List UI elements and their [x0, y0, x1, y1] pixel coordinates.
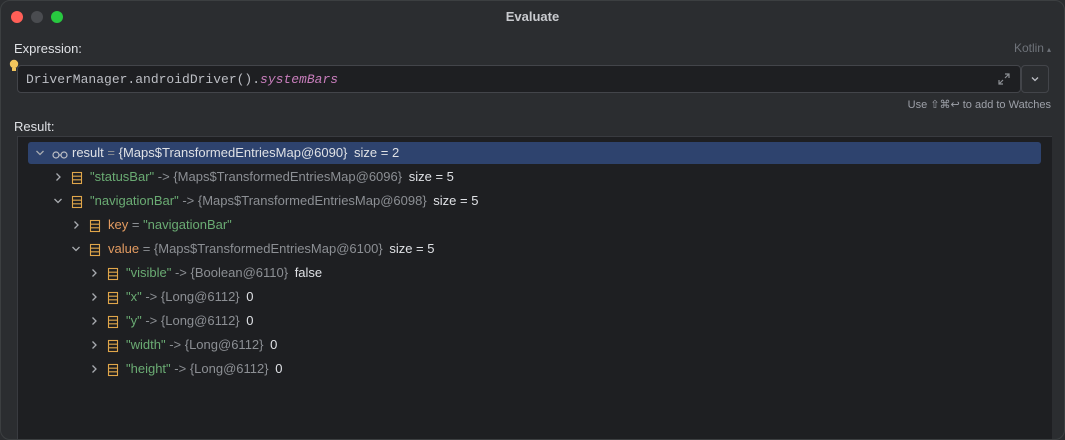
tree-row-suffix: 0 [270, 337, 278, 352]
tree-row-text: "height" -> {Long@6112} 0 [126, 358, 282, 380]
tree-row-value: {Boolean@6110} [190, 265, 289, 280]
glasses-icon [52, 146, 68, 160]
expand-editor-icon[interactable] [996, 72, 1012, 88]
entry-icon [106, 314, 120, 329]
tree-row-text: key = "navigationBar" [108, 214, 232, 236]
entry-icon [70, 194, 84, 209]
language-label: Kotlin [1013, 41, 1044, 55]
tree-row[interactable]: "y" -> {Long@6112} 0 [28, 310, 1041, 332]
entry-icon [106, 338, 120, 353]
tree-row-text: "width" -> {Long@6112} 0 [126, 334, 277, 356]
chevron-down-icon [1031, 77, 1039, 82]
tree-row-text: "navigationBar" -> {Maps$TransformedEntr… [90, 190, 478, 212]
tree-row[interactable]: result = {Maps$TransformedEntriesMap@609… [28, 142, 1041, 164]
entry-icon [70, 170, 84, 185]
tree-row[interactable]: "width" -> {Long@6112} 0 [28, 334, 1041, 356]
tree-row-key: "height" [126, 361, 171, 376]
tree-row[interactable]: "navigationBar" -> {Maps$TransformedEntr… [28, 190, 1041, 212]
tree-row-separator: = [139, 241, 154, 256]
tree-row-suffix: 0 [246, 313, 254, 328]
chevron-right-icon[interactable] [52, 166, 64, 188]
evaluate-window: Evaluate Expression: Kotlin ▴ DriverManag… [0, 0, 1065, 440]
chevron-right-icon[interactable] [70, 214, 82, 236]
caret-down-icon: ▴ [1046, 45, 1051, 54]
tree-row-text: "x" -> {Long@6112} 0 [126, 286, 254, 308]
tree-row[interactable]: "visible" -> {Boolean@6110} false [28, 262, 1041, 284]
tree-row-text: result = {Maps$TransformedEntriesMap@609… [72, 142, 399, 164]
entry-icon [106, 290, 120, 305]
tree-row-separator: -> [154, 169, 174, 184]
tree-row-suffix: false [294, 265, 323, 280]
tree-row[interactable]: value = {Maps$TransformedEntriesMap@6100… [28, 238, 1041, 260]
entry-icon [106, 362, 120, 377]
chevron-down-icon[interactable] [52, 190, 64, 212]
tree-row-value: {Long@6112} [160, 313, 240, 328]
tree-row-value: {Maps$TransformedEntriesMap@6100} [153, 241, 383, 256]
tree-row-value: {Maps$TransformedEntriesMap@6090} [118, 145, 348, 160]
history-dropdown-button[interactable] [1021, 65, 1049, 93]
expression-input[interactable]: DriverManager.androidDriver().systemBars [17, 65, 1021, 93]
entry-icon [106, 266, 120, 281]
tree-row[interactable]: "x" -> {Long@6112} 0 [28, 286, 1041, 308]
tree-row-key: "y" [126, 313, 142, 328]
tree-row-key: "x" [126, 289, 142, 304]
tree-row-value: {Long@6112} [160, 289, 240, 304]
tree-row-text: "y" -> {Long@6112} 0 [126, 310, 254, 332]
tree-row-key: result [72, 145, 104, 160]
tree-row-value: {Long@6112} [189, 361, 269, 376]
tree-row-separator: -> [170, 361, 190, 376]
tree-row-key: key [108, 217, 129, 232]
tree-row-separator: -> [165, 337, 185, 352]
chevron-down-icon[interactable] [70, 238, 82, 260]
tree-row-value: "navigationBar" [143, 217, 232, 232]
tree-row-value: {Long@6112} [184, 337, 264, 352]
language-selector[interactable]: Kotlin ▴ [1014, 41, 1051, 55]
tree-row[interactable]: "height" -> {Long@6112} 0 [28, 358, 1041, 380]
tree-row-separator: -> [171, 265, 191, 280]
chevron-right-icon[interactable] [88, 286, 100, 308]
tree-row-value: {Maps$TransformedEntriesMap@6096} [173, 169, 403, 184]
expression-code-prefix: DriverManager.androidDriver(). [26, 72, 261, 87]
tree-row-suffix: 0 [246, 289, 254, 304]
entry-icon [88, 242, 102, 257]
tree-row[interactable]: "statusBar" -> {Maps$TransformedEntriesM… [28, 166, 1041, 188]
tree-row-text: "statusBar" -> {Maps$TransformedEntriesM… [90, 166, 454, 188]
title-bar: Evaluate [1, 1, 1064, 33]
tree-row-separator: -> [141, 313, 161, 328]
tree-row-key: value [108, 241, 140, 256]
tree-row-separator: -> [178, 193, 198, 208]
tree-row-suffix: size = 5 [433, 193, 479, 208]
tree-row-text: "visible" -> {Boolean@6110} false [126, 262, 322, 284]
chevron-right-icon[interactable] [88, 310, 100, 332]
tree-row-key: "statusBar" [90, 169, 155, 184]
tree-row-suffix: 0 [275, 361, 283, 376]
expression-code: DriverManager.androidDriver().systemBars [26, 72, 338, 87]
tree-row-separator: = [103, 145, 119, 160]
tree-row-suffix: size = 5 [408, 169, 454, 184]
entry-icon [88, 218, 102, 233]
tree-row-key: "width" [126, 337, 166, 352]
tree-row-value: {Maps$TransformedEntriesMap@6098} [197, 193, 427, 208]
tree-row-suffix: size = 5 [389, 241, 435, 256]
chevron-right-icon[interactable] [88, 262, 100, 284]
tree-row-separator: -> [141, 289, 161, 304]
expression-code-property: systemBars [260, 72, 339, 87]
tree-row-suffix: size = 2 [354, 145, 400, 160]
tree-row-separator: = [128, 217, 144, 232]
chevron-down-icon[interactable] [34, 142, 46, 164]
chevron-right-icon[interactable] [88, 358, 100, 380]
expression-label: Expression: [14, 41, 82, 56]
tree-row-key: "navigationBar" [90, 193, 179, 208]
watches-hint: Use ⇧⌘↩ to add to Watches [907, 99, 1051, 111]
tree-row[interactable]: key = "navigationBar" [28, 214, 1041, 236]
tree-row-key: "visible" [126, 265, 172, 280]
result-tree[interactable]: result = {Maps$TransformedEntriesMap@609… [17, 136, 1052, 439]
chevron-right-icon[interactable] [88, 334, 100, 356]
window-title: Evaluate [505, 9, 560, 24]
result-label: Result: [14, 119, 55, 134]
tree-row-text: value = {Maps$TransformedEntriesMap@6100… [108, 238, 434, 260]
